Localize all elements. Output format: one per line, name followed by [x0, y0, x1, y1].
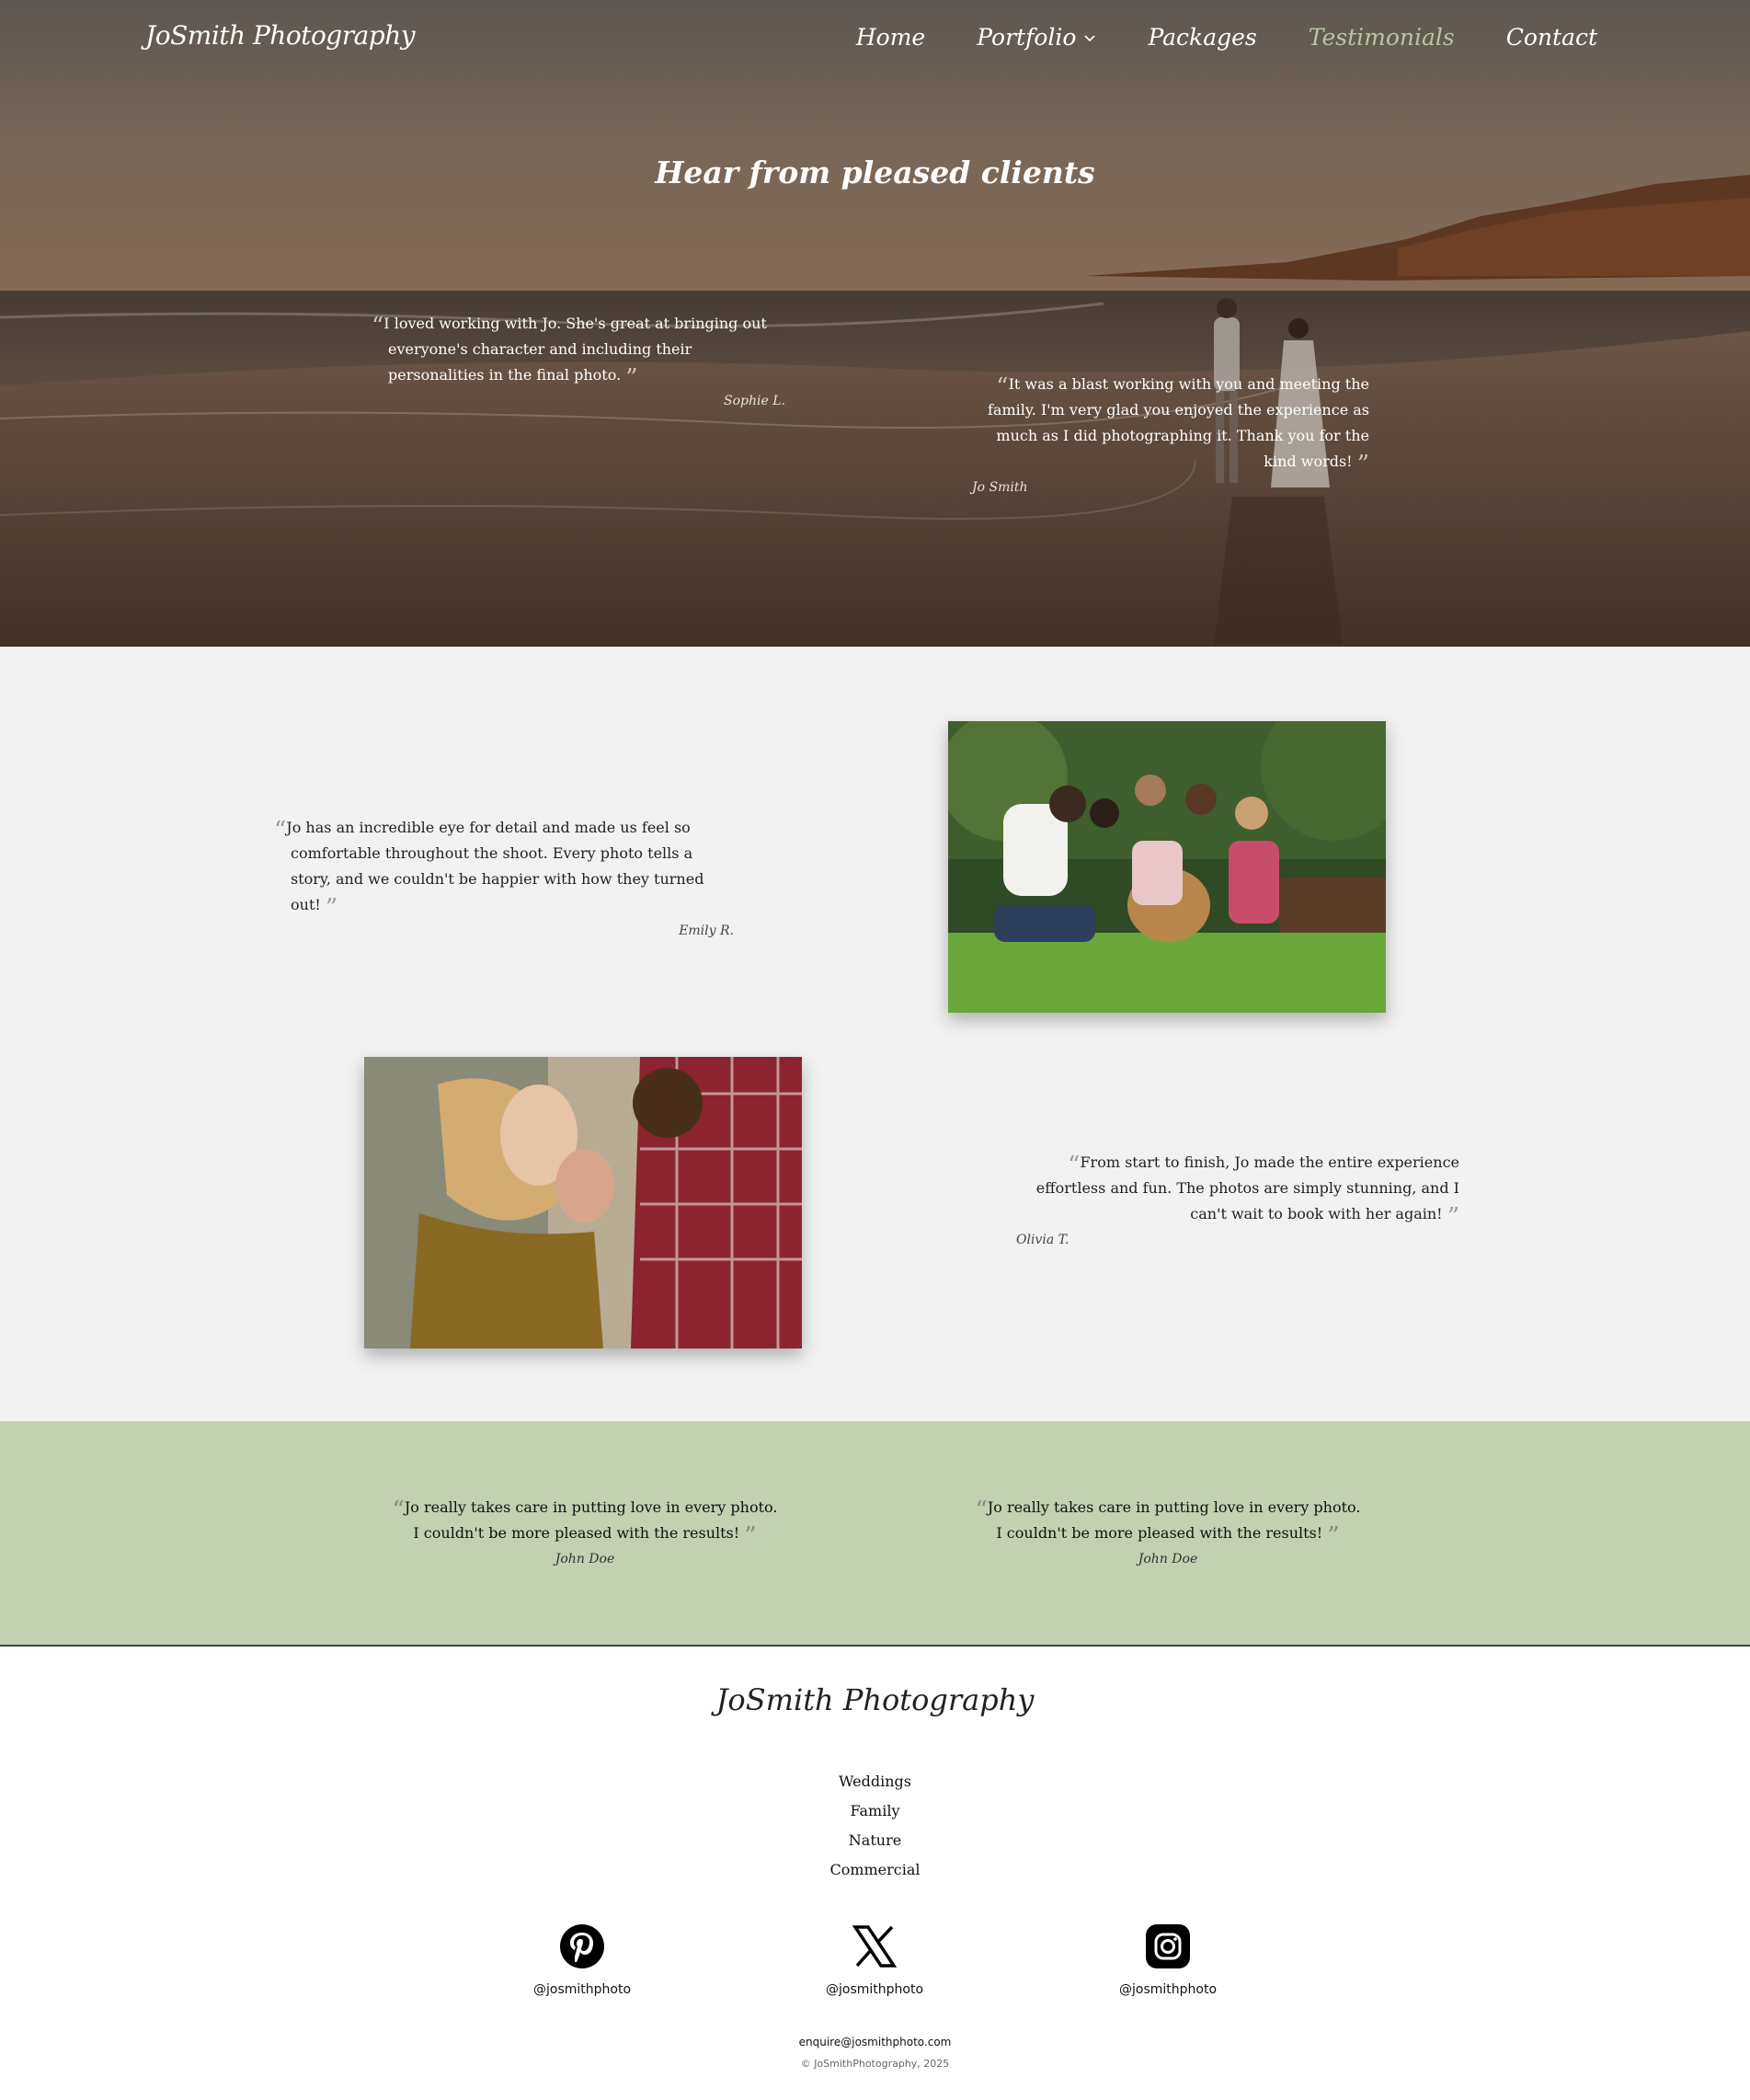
testimonial-quote: “From start to finish, Jo made the entir… — [1016, 1150, 1476, 1247]
nav-contact[interactable]: Contact — [1506, 24, 1597, 51]
nav-home-label: Home — [855, 24, 926, 51]
site-footer: JoSmith Photography Weddings Family Natu… — [0, 1647, 1750, 2100]
testimonial-text-wrap: “Jo really takes care in putting love in… — [387, 1495, 783, 1548]
close-quote-icon: ” — [744, 1522, 757, 1550]
testimonial-text: Jo really takes care in putting love in … — [404, 1498, 778, 1542]
x-icon[interactable] — [852, 1923, 898, 1969]
main-navigation: Home Portfolio Packages Testimonials Con… — [856, 24, 1597, 51]
testimonial-author: Jo Smith — [972, 480, 1028, 495]
nav-packages[interactable]: Packages — [1148, 24, 1256, 51]
nav-contact-label: Contact — [1505, 24, 1597, 51]
hero-overlay — [0, 0, 1750, 647]
testimonial-text: Jo really takes care in putting love in … — [987, 1498, 1361, 1542]
nav-packages-label: Packages — [1148, 24, 1257, 51]
hero-section: JoSmith Photography Home Portfolio Packa… — [0, 0, 1750, 647]
testimonial-text: From start to finish, Jo made the entire… — [1035, 1153, 1459, 1222]
testimonial-text-wrap: “It was a blast working with you and mee… — [972, 372, 1386, 478]
testimonial-author: Olivia T. — [1016, 1233, 1069, 1247]
testimonial-quote: “Jo really takes care in putting love in… — [970, 1495, 1366, 1566]
testimonials-gallery: “Jo has an incredible eye for detail and… — [0, 647, 1750, 1421]
nav-portfolio-label: Portfolio — [977, 24, 1077, 51]
testimonial-author: Sophie L. — [724, 394, 785, 408]
nav-testimonials-label: Testimonials — [1308, 24, 1455, 51]
social-x: @josmithphoto — [783, 1923, 967, 1997]
testimonial-text-wrap: “Jo has an incredible eye for detail and… — [274, 815, 734, 920]
footer-email[interactable]: enquire@josmithphoto.com — [0, 2036, 1750, 2048]
close-quote-icon: ” — [1327, 1522, 1340, 1550]
testimonial-author: John Doe — [555, 1552, 615, 1566]
testimonial-text: I loved working with Jo. She's great at … — [383, 315, 767, 384]
chevron-down-icon — [1084, 34, 1096, 41]
testimonial-quote: “I loved working with Jo. She's great at… — [372, 311, 785, 408]
close-quote-icon: ” — [1356, 451, 1369, 478]
family-photo — [948, 721, 1386, 1013]
open-quote-icon: “ — [975, 1497, 988, 1524]
x-handle[interactable]: @josmithphoto — [783, 1982, 967, 1997]
nav-testimonials[interactable]: Testimonials — [1309, 24, 1455, 51]
testimonial-reply: “It was a blast working with you and mee… — [972, 372, 1386, 495]
open-quote-icon: “ — [372, 313, 384, 340]
testimonial-author: Emily R. — [679, 924, 734, 938]
nav-portfolio[interactable]: Portfolio — [977, 24, 1096, 51]
couple-photo — [364, 1057, 802, 1348]
close-quote-icon: ” — [1447, 1203, 1459, 1231]
site-logo[interactable]: JoSmith Photography — [145, 20, 416, 51]
testimonial-quote: “Jo really takes care in putting love in… — [387, 1495, 783, 1566]
page-title: Hear from pleased clients — [655, 155, 1095, 190]
pinterest-icon[interactable] — [559, 1923, 605, 1969]
open-quote-icon: “ — [392, 1497, 405, 1524]
footer-link-family[interactable]: Family — [0, 1796, 1750, 1826]
footer-links: Weddings Family Nature Commercial — [0, 1767, 1750, 1885]
testimonial-text-wrap: “From start to finish, Jo made the entir… — [1016, 1150, 1476, 1229]
open-quote-icon: “ — [274, 817, 287, 844]
close-quote-icon: ” — [625, 364, 638, 392]
social-instagram: @josmithphoto — [1076, 1923, 1260, 1997]
testimonial-quote: “Jo has an incredible eye for detail and… — [274, 815, 734, 938]
footer-copyright: © JoSmithPhotography, 2025 — [800, 2058, 950, 2070]
featured-testimonials: “Jo really takes care in putting love in… — [0, 1421, 1750, 1647]
footer-link-weddings[interactable]: Weddings — [0, 1767, 1750, 1796]
instagram-handle[interactable]: @josmithphoto — [1076, 1982, 1260, 1997]
testimonial-text-wrap: “I loved working with Jo. She's great at… — [372, 311, 785, 390]
pinterest-handle[interactable]: @josmithphoto — [490, 1982, 674, 1997]
instagram-icon[interactable] — [1145, 1923, 1191, 1969]
footer-link-commercial[interactable]: Commercial — [0, 1855, 1750, 1885]
footer-logo[interactable]: JoSmith Photography — [0, 1682, 1750, 1717]
testimonial-author: John Doe — [1138, 1552, 1198, 1566]
open-quote-icon: “ — [996, 373, 1009, 401]
testimonial-text: Jo has an incredible eye for detail and … — [286, 819, 704, 913]
nav-home[interactable]: Home — [856, 24, 925, 51]
open-quote-icon: “ — [1068, 1152, 1081, 1179]
testimonial-text-wrap: “Jo really takes care in putting love in… — [970, 1495, 1366, 1548]
close-quote-icon: ” — [325, 894, 338, 922]
footer-link-nature[interactable]: Nature — [0, 1826, 1750, 1855]
social-pinterest: @josmithphoto — [490, 1923, 674, 1997]
testimonial-text: It was a blast working with you and meet… — [988, 375, 1369, 470]
